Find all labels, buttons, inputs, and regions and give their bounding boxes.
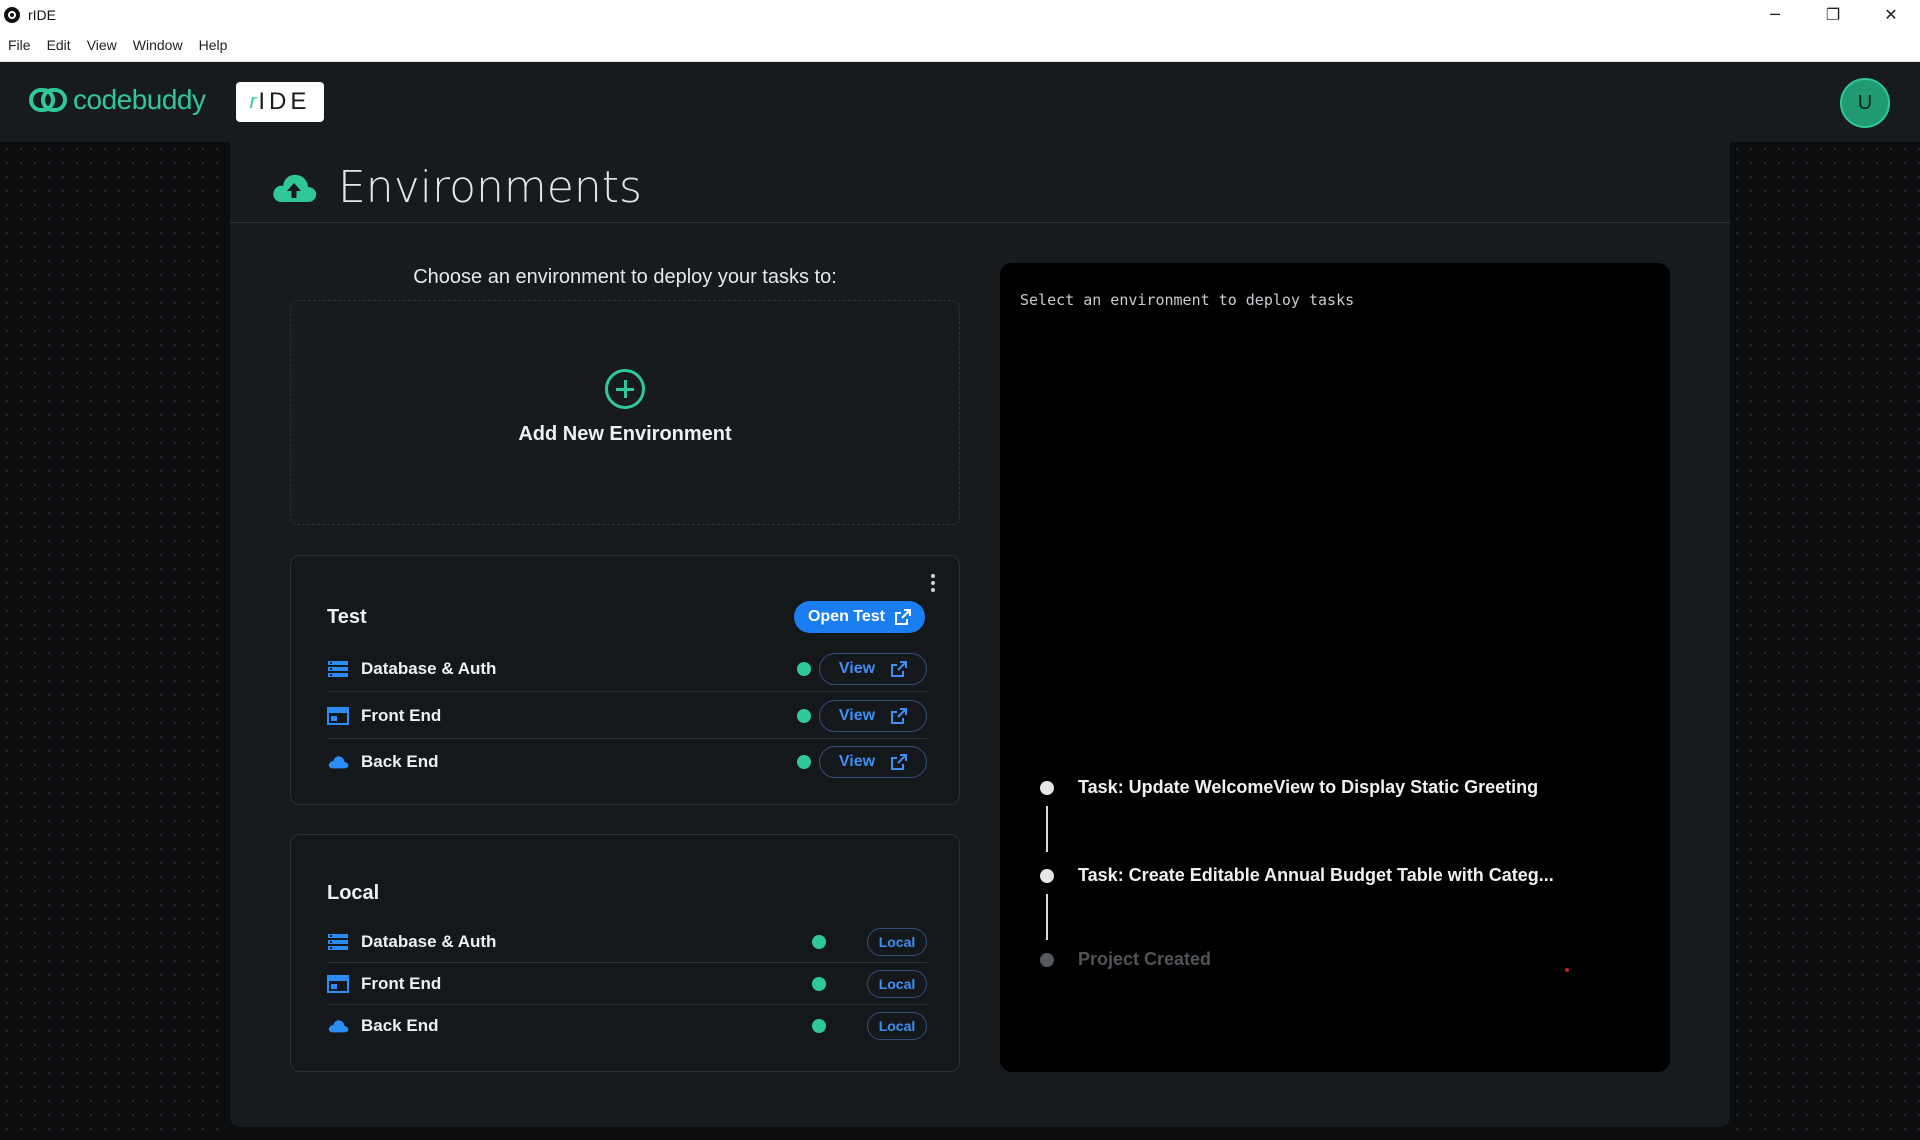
- service-label: Back End: [361, 1016, 439, 1035]
- ide-badge-text: IDE: [258, 88, 311, 115]
- service-row-database: Database & Auth View: [327, 646, 927, 692]
- status-dot: [812, 977, 826, 991]
- menu-file[interactable]: File: [8, 37, 31, 53]
- database-icon: [328, 660, 348, 677]
- environment-name: Test: [327, 606, 367, 628]
- service-label: Back End: [361, 752, 439, 771]
- timeline-label: Task: Create Editable Annual Budget Tabl…: [1078, 865, 1554, 885]
- deploy-hint: Select an environment to deploy tasks: [1020, 291, 1355, 309]
- close-icon[interactable]: ✕: [1862, 0, 1920, 29]
- status-dot: [797, 755, 811, 769]
- database-icon: [328, 933, 348, 950]
- status-dot: [797, 709, 811, 723]
- cloud-upload-icon: [273, 174, 317, 202]
- minimize-icon[interactable]: ─: [1746, 0, 1804, 29]
- menubar: File Edit View Window Help: [0, 29, 1920, 62]
- timeline-item: Task: Update WelcomeView to Display Stat…: [1040, 777, 1538, 798]
- cloud-icon: [328, 756, 349, 769]
- service-row-backend: Back End View: [327, 739, 927, 785]
- add-new-environment-label: Add New Environment: [518, 423, 732, 445]
- dotted-background-right: [1730, 142, 1920, 1140]
- restore-icon[interactable]: ❐: [1804, 0, 1862, 29]
- external-link-icon: [891, 754, 908, 770]
- red-indicator-dot: [1565, 968, 1569, 972]
- status-dot: [812, 935, 826, 949]
- menu-view[interactable]: View: [87, 37, 117, 53]
- service-label: Front End: [361, 705, 442, 725]
- dotted-background-left: [0, 142, 230, 1140]
- deploy-panel: Select an environment to deploy tasks Ta…: [1000, 263, 1670, 1072]
- window-title: rIDE: [28, 6, 56, 23]
- page-header: Environments: [270, 162, 642, 213]
- menu-window[interactable]: Window: [133, 37, 183, 53]
- timeline-item: Task: Create Editable Annual Budget Tabl…: [1040, 865, 1554, 886]
- environment-card-test: Test Open Test Database & Auth View Fron…: [290, 555, 960, 805]
- local-database-button[interactable]: Local: [867, 928, 927, 956]
- local-backend-button[interactable]: Local: [867, 1012, 927, 1040]
- app-header: codebuddy r IDE U: [0, 62, 1920, 142]
- ide-badge: r IDE: [236, 82, 324, 122]
- open-test-button[interactable]: Open Test: [793, 601, 925, 633]
- environment-name: Local: [327, 882, 380, 904]
- browser-window-icon: [327, 974, 349, 993]
- menu-edit[interactable]: Edit: [47, 37, 71, 53]
- service-row-database: Database & Auth Local: [327, 921, 927, 963]
- add-circle-icon: [605, 369, 645, 409]
- timeline-dot: [1040, 952, 1054, 967]
- status-dot: [812, 1019, 826, 1033]
- view-frontend-button[interactable]: View: [819, 700, 927, 732]
- view-database-button[interactable]: View: [819, 653, 927, 685]
- environments-panel: Environments Choose an environment to de…: [230, 142, 1730, 1127]
- ide-badge-mark: r: [249, 90, 257, 113]
- timeline-label: Project Created: [1078, 949, 1212, 969]
- service-label: Database & Auth: [361, 658, 497, 678]
- add-new-environment-button[interactable]: Add New Environment: [290, 300, 960, 525]
- brand-name: codebuddy: [73, 84, 206, 115]
- service-row-backend: Back End Local: [327, 1005, 927, 1047]
- more-options-icon[interactable]: [931, 574, 935, 595]
- environment-card-local: Local Database & Auth Local Front End Lo…: [290, 834, 960, 1072]
- timeline-label: Task: Update WelcomeView to Display Stat…: [1078, 777, 1539, 797]
- timeline-dot: [1040, 868, 1054, 883]
- local-frontend-button[interactable]: Local: [867, 970, 927, 998]
- open-test-label: Open Test: [807, 608, 885, 625]
- service-label: Front End: [361, 973, 442, 993]
- timeline-dot: [1040, 780, 1054, 795]
- external-link-icon: [895, 609, 911, 625]
- view-label: View: [838, 753, 876, 770]
- choose-environment-prompt: Choose an environment to deploy your tas…: [413, 266, 837, 288]
- view-label: View: [838, 707, 876, 724]
- window-titlebar: rIDE ─ ❐ ✕: [0, 0, 1920, 29]
- view-backend-button[interactable]: View: [819, 746, 927, 778]
- app-icon: [4, 6, 20, 23]
- view-label: View: [838, 660, 876, 677]
- header-divider: [230, 222, 1730, 223]
- status-dot: [797, 662, 811, 676]
- timeline-connector: [1046, 806, 1048, 852]
- timeline-connector: [1046, 894, 1048, 940]
- external-link-icon: [891, 708, 908, 724]
- browser-window-icon: [327, 706, 349, 725]
- external-link-icon: [891, 661, 908, 677]
- timeline-item: Project Created: [1040, 949, 1211, 970]
- menu-help[interactable]: Help: [199, 37, 228, 53]
- brand-logo[interactable]: codebuddy: [29, 84, 206, 116]
- codebuddy-logo-icon: [29, 88, 67, 112]
- cloud-icon: [328, 1020, 349, 1033]
- service-label: Database & Auth: [361, 931, 497, 951]
- user-avatar[interactable]: U: [1840, 78, 1890, 128]
- service-row-frontend: Front End View: [327, 693, 927, 739]
- service-row-frontend: Front End Local: [327, 963, 927, 1005]
- page-title: Environments: [338, 162, 642, 213]
- window-controls: ─ ❐ ✕: [1746, 0, 1920, 29]
